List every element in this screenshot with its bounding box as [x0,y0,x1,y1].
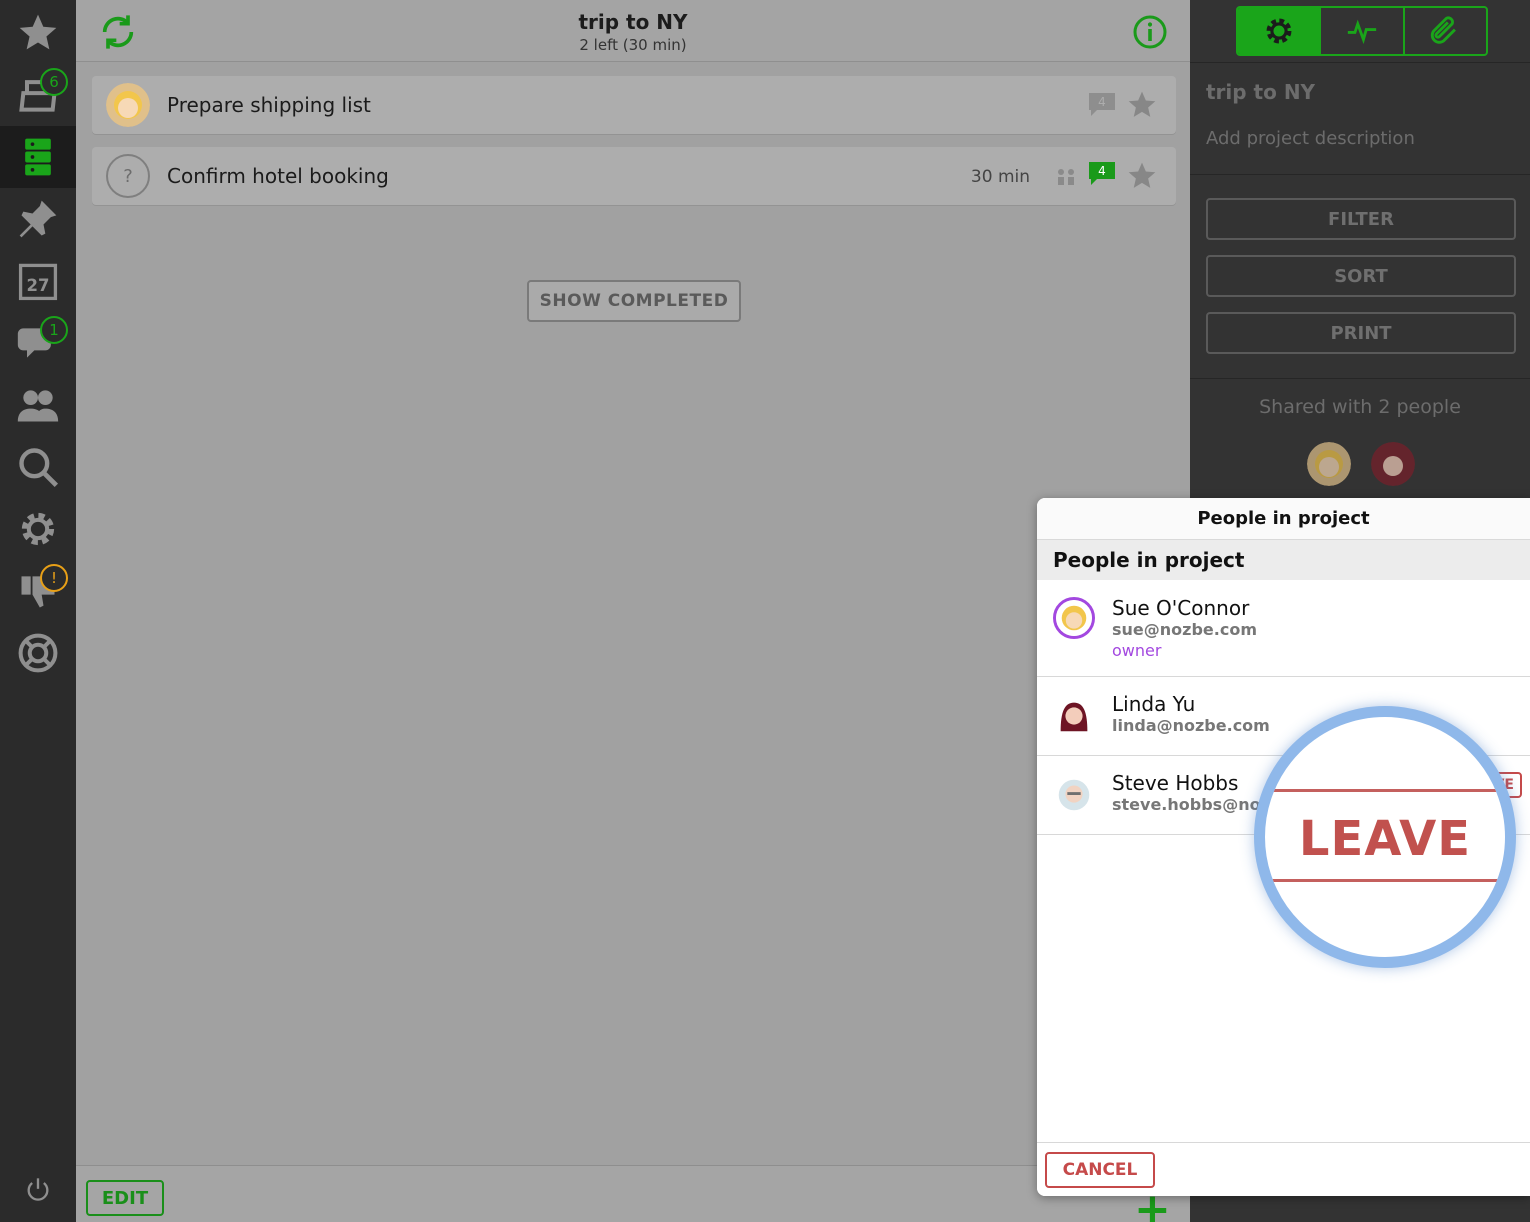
projects-icon [25,138,51,176]
svg-text:4: 4 [1098,95,1106,109]
task-row[interactable]: ? Confirm hotel booking 30 min 4 [92,147,1176,205]
power-button[interactable] [0,1168,76,1212]
person-email: sue@nozbe.com [1112,620,1257,639]
calendar-icon: 27 [18,263,58,301]
avatar [1053,774,1095,816]
power-icon [27,1178,49,1201]
sort-button[interactable]: SORT [1206,255,1516,297]
task-title: Confirm hotel booking [167,164,389,188]
info-button[interactable] [1132,14,1168,50]
avatar[interactable] [1371,442,1415,486]
main-area: trip to NY 2 left (30 min) Prepare shipp… [76,0,1190,1222]
sidebar-item-settings[interactable] [0,498,76,560]
person-name: Sue O'Connor [1112,596,1250,620]
star-toggle[interactable] [1126,160,1158,192]
sidebar-item-comments[interactable]: 1 [0,312,76,374]
divider [1190,62,1530,63]
delegated-icon [1054,167,1078,187]
tab-settings[interactable] [1238,8,1322,54]
svg-text:27: 27 [27,276,50,295]
sidebar-item-help[interactable] [0,622,76,684]
svg-text:4: 4 [1098,164,1106,178]
avatar[interactable] [1307,442,1351,486]
comment-icon: 4 [1089,93,1115,116]
tab-activity[interactable] [1321,8,1405,54]
project-header: trip to NY 2 left (30 min) [76,0,1190,62]
info-icon [1133,15,1167,49]
star-icon [1128,162,1156,188]
person-role: owner [1112,641,1162,660]
comments-count-badge: 1 [40,316,68,344]
star-icon [1128,91,1156,117]
sidebar-item-team[interactable] [0,374,76,436]
warning-badge: ! [40,564,68,592]
comment-count[interactable]: 4 [1086,90,1118,118]
unassigned-icon: ? [106,154,150,198]
sidebar-item-calendar[interactable]: 27 [0,250,76,312]
magnifier-callout: LEAVE [1254,706,1516,968]
page-subtitle: 2 left (30 min) [579,36,687,54]
avatar-sue-icon [106,83,150,127]
page-title: trip to NY [578,10,688,34]
avatar-linda-icon [1053,695,1095,737]
show-completed-button[interactable]: SHOW COMPLETED [527,280,741,322]
search-icon [19,448,59,488]
edit-button[interactable]: EDIT [86,1180,164,1216]
avatar [106,83,150,127]
print-button[interactable]: PRINT [1206,312,1516,354]
star-icon [19,14,57,50]
star-toggle[interactable] [1126,89,1158,121]
divider [1190,378,1530,379]
sidebar-item-feedback[interactable]: ! [0,560,76,622]
paperclip-icon [1431,16,1457,44]
person-name: Linda Yu [1112,692,1196,716]
person-name: Steve Hobbs [1112,771,1239,795]
project-title-field[interactable]: trip to NY [1206,80,1315,104]
lifebuoy-icon [18,633,58,673]
comment-count[interactable]: 4 [1086,159,1118,187]
sidebar-item-search[interactable] [0,436,76,498]
project-description-field[interactable]: Add project description [1206,128,1415,149]
panel-tab-switcher [1236,6,1488,56]
avatar [1053,695,1095,737]
avatar-steve-icon [1053,774,1095,816]
pin-icon [19,200,57,238]
cancel-button[interactable]: CANCEL [1045,1152,1155,1188]
shared-with-text[interactable]: Shared with 2 people [1190,396,1530,418]
sidebar-item-projects[interactable] [0,126,76,188]
task-time: 30 min [970,167,1030,187]
gear-icon [1266,18,1292,44]
gear-icon [21,512,55,546]
task-title: Prepare shipping list [167,93,371,117]
avatar-linda-icon [1371,442,1415,486]
sidebar: 6 27 1 ! [0,0,76,1222]
section-header: People in project [1037,540,1530,580]
magnified-leave-label: LEAVE [1298,811,1472,867]
sidebar-item-pinned[interactable] [0,188,76,250]
magnifier-line-bottom [1265,879,1505,882]
magnifier-line-top [1265,789,1505,792]
activity-icon [1347,19,1377,45]
person-email: linda@nozbe.com [1112,716,1270,735]
popover-footer: CANCEL [1037,1142,1530,1196]
team-icon [17,390,59,422]
popover-title: People in project [1037,498,1530,540]
avatar [1053,597,1095,639]
comment-icon: 4 [1089,162,1115,185]
sidebar-item-inbox[interactable]: 6 [0,64,76,126]
task-row[interactable]: Prepare shipping list 4 [92,76,1176,134]
tab-attachments[interactable] [1405,8,1486,54]
bottom-toolbar: EDIT + [76,1165,1190,1222]
person-row[interactable]: Sue O'Connor sue@nozbe.com owner [1037,580,1530,677]
avatar-sue-icon [1056,600,1092,636]
filter-button[interactable]: FILTER [1206,198,1516,240]
inbox-count-badge: 6 [40,68,68,96]
divider [1190,174,1530,175]
sidebar-item-priority[interactable] [0,2,76,64]
avatar-sue-icon [1307,442,1351,486]
